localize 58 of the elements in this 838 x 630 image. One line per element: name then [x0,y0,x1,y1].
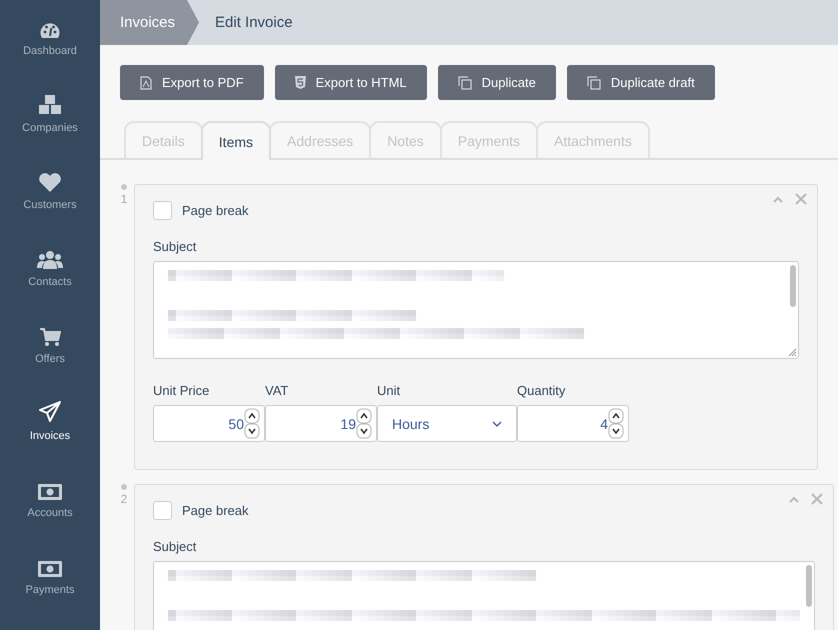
copy-icon [458,76,472,90]
collapse-icon[interactable] [789,496,799,502]
sidebar-item[interactable]: Offers [0,321,100,398]
field-label: Quantity [517,383,566,398]
item-number: 1 [120,192,128,206]
close-icon[interactable] [795,193,807,205]
field-label: VAT [265,383,290,398]
drag-handle-icon[interactable] [121,184,127,190]
cubes-icon [37,94,63,116]
banknote-icon [37,483,63,501]
heart-icon [38,173,62,193]
unit-dropdown[interactable]: Hours [377,405,517,442]
action-button[interactable]: Export to PDF [120,65,264,100]
action-button[interactable]: Duplicate draft [566,65,715,100]
field-label: Unit Price [153,383,210,398]
pdf-file-icon [140,76,152,90]
spinner-icon[interactable] [608,408,624,440]
field-label: Subject [153,539,196,554]
checkbox[interactable] [153,500,172,520]
spinner-icon[interactable] [356,408,372,440]
sidebar-item[interactable]: Contacts [0,244,100,321]
paper-plane-icon [38,400,62,424]
action-button[interactable]: Duplicate [438,65,556,100]
field-label: Unit [377,383,402,398]
subject-field[interactable] [153,561,815,630]
sidebar-item[interactable]: Dashboard [0,13,100,90]
users-icon [37,250,63,270]
copy-icon [586,76,601,90]
chevron-down-icon [492,420,502,426]
sidebar-item[interactable]: Payments [0,552,100,629]
tab[interactable]: Items [200,121,272,160]
checkbox-label: Page break [182,202,248,218]
scrollbar[interactable] [790,265,796,307]
breadcrumb-link[interactable]: Invoices [100,0,200,45]
sidebar-item[interactable]: Accounts [0,475,100,552]
spinner-icon[interactable] [244,408,260,440]
breadcrumb-current: Edit Invoice [214,14,293,31]
gauge-icon [39,21,61,39]
subject-field[interactable] [153,261,799,359]
html5-icon [294,76,306,89]
banknote-icon [37,560,63,578]
number-field[interactable]: 19 [265,405,377,442]
close-icon[interactable] [811,493,823,505]
drag-handle-icon[interactable] [121,484,127,490]
collapse-icon[interactable] [773,196,783,202]
cart-icon [39,327,61,347]
resize-grip-icon[interactable] [787,347,797,357]
sidebar-item[interactable]: Customers [0,167,100,244]
field-label: Subject [153,239,196,254]
checkbox[interactable] [153,200,172,220]
item-number: 2 [120,492,128,506]
number-field[interactable]: 50 [153,405,265,442]
action-button[interactable]: Export to HTML [274,65,427,100]
scrollbar[interactable] [806,565,812,607]
number-field[interactable]: 4 [517,405,629,442]
checkbox-label: Page break [182,502,248,518]
sidebar-item[interactable]: Invoices [0,398,100,475]
sidebar-item[interactable]: Companies [0,90,100,167]
